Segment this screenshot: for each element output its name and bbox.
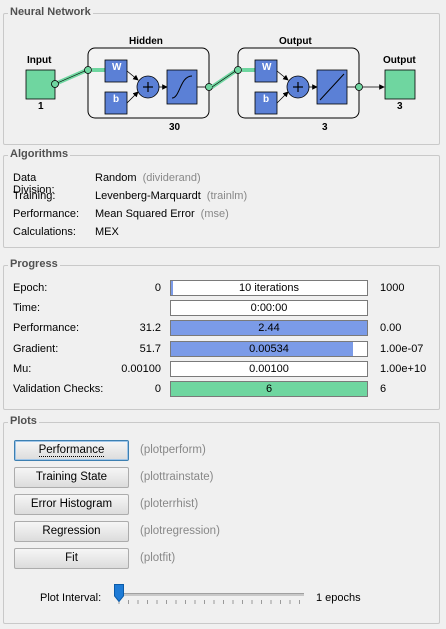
progress-end-value: 1.00e+10	[380, 362, 427, 375]
slider-ticks	[118, 600, 300, 604]
error-histogram-plot-button[interactable]: Error Histogram	[14, 494, 129, 515]
hidden-input-connector	[84, 66, 92, 74]
regression-plot-fn: (plotregression)	[140, 525, 220, 537]
progress-bar: 2.44	[170, 320, 368, 337]
algo-key: Calculations:	[13, 226, 76, 238]
network-diagram	[25, 47, 416, 119]
error-histogram-plot-fn: (ploterrhist)	[140, 498, 199, 510]
progress-bar: 0:00:00	[170, 300, 368, 317]
progress-label: Validation Checks:	[13, 383, 104, 395]
output-node	[384, 69, 416, 100]
hidden-weight-label: W	[112, 62, 122, 73]
output-layer-label: Output	[279, 36, 312, 47]
algo-key: Training:	[13, 190, 56, 202]
progress-start-value: 0.00100	[121, 362, 161, 375]
algo-fn: (dividerand)	[142, 172, 201, 184]
progress-label: Gradient:	[13, 342, 59, 355]
progress-bar: 10 iterations	[170, 280, 368, 296]
algo-value: Mean Squared Error	[95, 208, 195, 220]
performance-plot-button[interactable]: Performance	[14, 440, 129, 461]
input-label: Input	[27, 55, 52, 66]
output-input-connector	[234, 66, 242, 74]
hidden-size: 30	[169, 122, 181, 133]
progress-end-value: 1.00e-07	[380, 342, 424, 355]
slider-thumb[interactable]	[114, 584, 124, 603]
progress-row-performance: Performance: 31.2 2.44 0.00	[4, 320, 441, 338]
hidden-transfer-function	[166, 69, 198, 105]
algo-value: Random	[95, 172, 137, 184]
progress-start-value: 0	[154, 383, 161, 395]
progress-bar: 0.00534	[170, 340, 368, 357]
neural-network-panel: Neural Network Input 1 Hidden 30 Output …	[3, 6, 440, 145]
progress-bar-text: 6	[265, 383, 273, 395]
progress-row-validation-checks: Validation Checks: 0 6 6	[4, 381, 441, 399]
plot-interval-value: 1 epochs	[316, 592, 361, 604]
output-bias-label: b	[263, 94, 270, 105]
hidden-bias-label: b	[113, 94, 120, 105]
fit-plot-button[interactable]: Fit	[14, 548, 129, 569]
hidden-output-connector	[205, 83, 213, 91]
progress-label: Time:	[13, 302, 41, 315]
output-layer-connector	[355, 83, 363, 91]
algorithms-title: Algorithms	[8, 148, 71, 160]
progress-bar: 6	[170, 381, 368, 397]
progress-label: Performance:	[13, 322, 80, 335]
algo-fn: (trainlm)	[206, 190, 248, 202]
output-label: Output	[383, 55, 416, 66]
progress-panel: Progress Epoch: 0 10 iterations 1000 Time: 0:…	[3, 258, 441, 410]
fit-plot-fn: (plotfit)	[140, 552, 176, 564]
regression-plot-button[interactable]: Regression	[14, 521, 129, 542]
output-weight-label: W	[262, 62, 272, 73]
progress-bar-text: 0.00534	[249, 342, 289, 355]
output-size: 3	[397, 101, 403, 112]
progress-bar-text: 10 iterations	[239, 282, 299, 294]
progress-bar-text: 2.44	[258, 322, 280, 335]
progress-bar: 0.00100	[170, 360, 368, 377]
progress-row-mu: Mu: 0.00100 0.00100 1.00e+10	[4, 360, 441, 379]
hidden-label: Hidden	[129, 36, 163, 47]
input-size: 1	[38, 101, 44, 112]
progress-bar-text: 0:00:00	[250, 302, 288, 315]
plot-interval-label: Plot Interval:	[40, 592, 102, 604]
training-state-plot-fn: (plottrainstate)	[140, 471, 214, 483]
plot-interval-slider[interactable]	[114, 583, 304, 607]
progress-end-value: 6	[380, 383, 387, 395]
progress-bar-text: 0.00100	[249, 362, 289, 375]
input-node	[25, 69, 56, 100]
progress-title: Progress	[8, 258, 60, 270]
algo-value: MEX	[95, 226, 119, 238]
progress-end-value: 0.00	[380, 322, 402, 335]
algo-key: Performance:	[13, 208, 80, 220]
progress-start-value: 31.2	[139, 322, 161, 335]
algo-value: Levenberg-Marquardt	[95, 190, 201, 202]
progress-row-gradient: Gradient: 51.7 0.00534 1.00e-07	[4, 340, 441, 359]
input-connector	[51, 80, 59, 88]
plots-title: Plots	[8, 415, 39, 427]
plots-panel: Plots Performance (plotperform) Training…	[3, 415, 440, 624]
training-state-plot-button[interactable]: Training State	[14, 467, 129, 488]
output-layer-size: 3	[322, 122, 328, 133]
slider-track	[114, 593, 304, 596]
algo-fn: (mse)	[200, 208, 229, 220]
performance-plot-fn: (plotperform)	[140, 444, 206, 456]
progress-label: Mu:	[13, 362, 32, 375]
progress-start-value: 51.7	[139, 342, 161, 355]
progress-row-time: Time: 0:00:00	[4, 300, 441, 318]
progress-label: Epoch:	[13, 282, 48, 294]
progress-end-value: 1000	[380, 282, 405, 294]
progress-start-value: 0	[154, 282, 161, 294]
progress-row-epoch: Epoch: 0 10 iterations 1000	[4, 280, 441, 298]
algorithms-panel: Algorithms Data Division: Random (divider…	[3, 148, 440, 248]
